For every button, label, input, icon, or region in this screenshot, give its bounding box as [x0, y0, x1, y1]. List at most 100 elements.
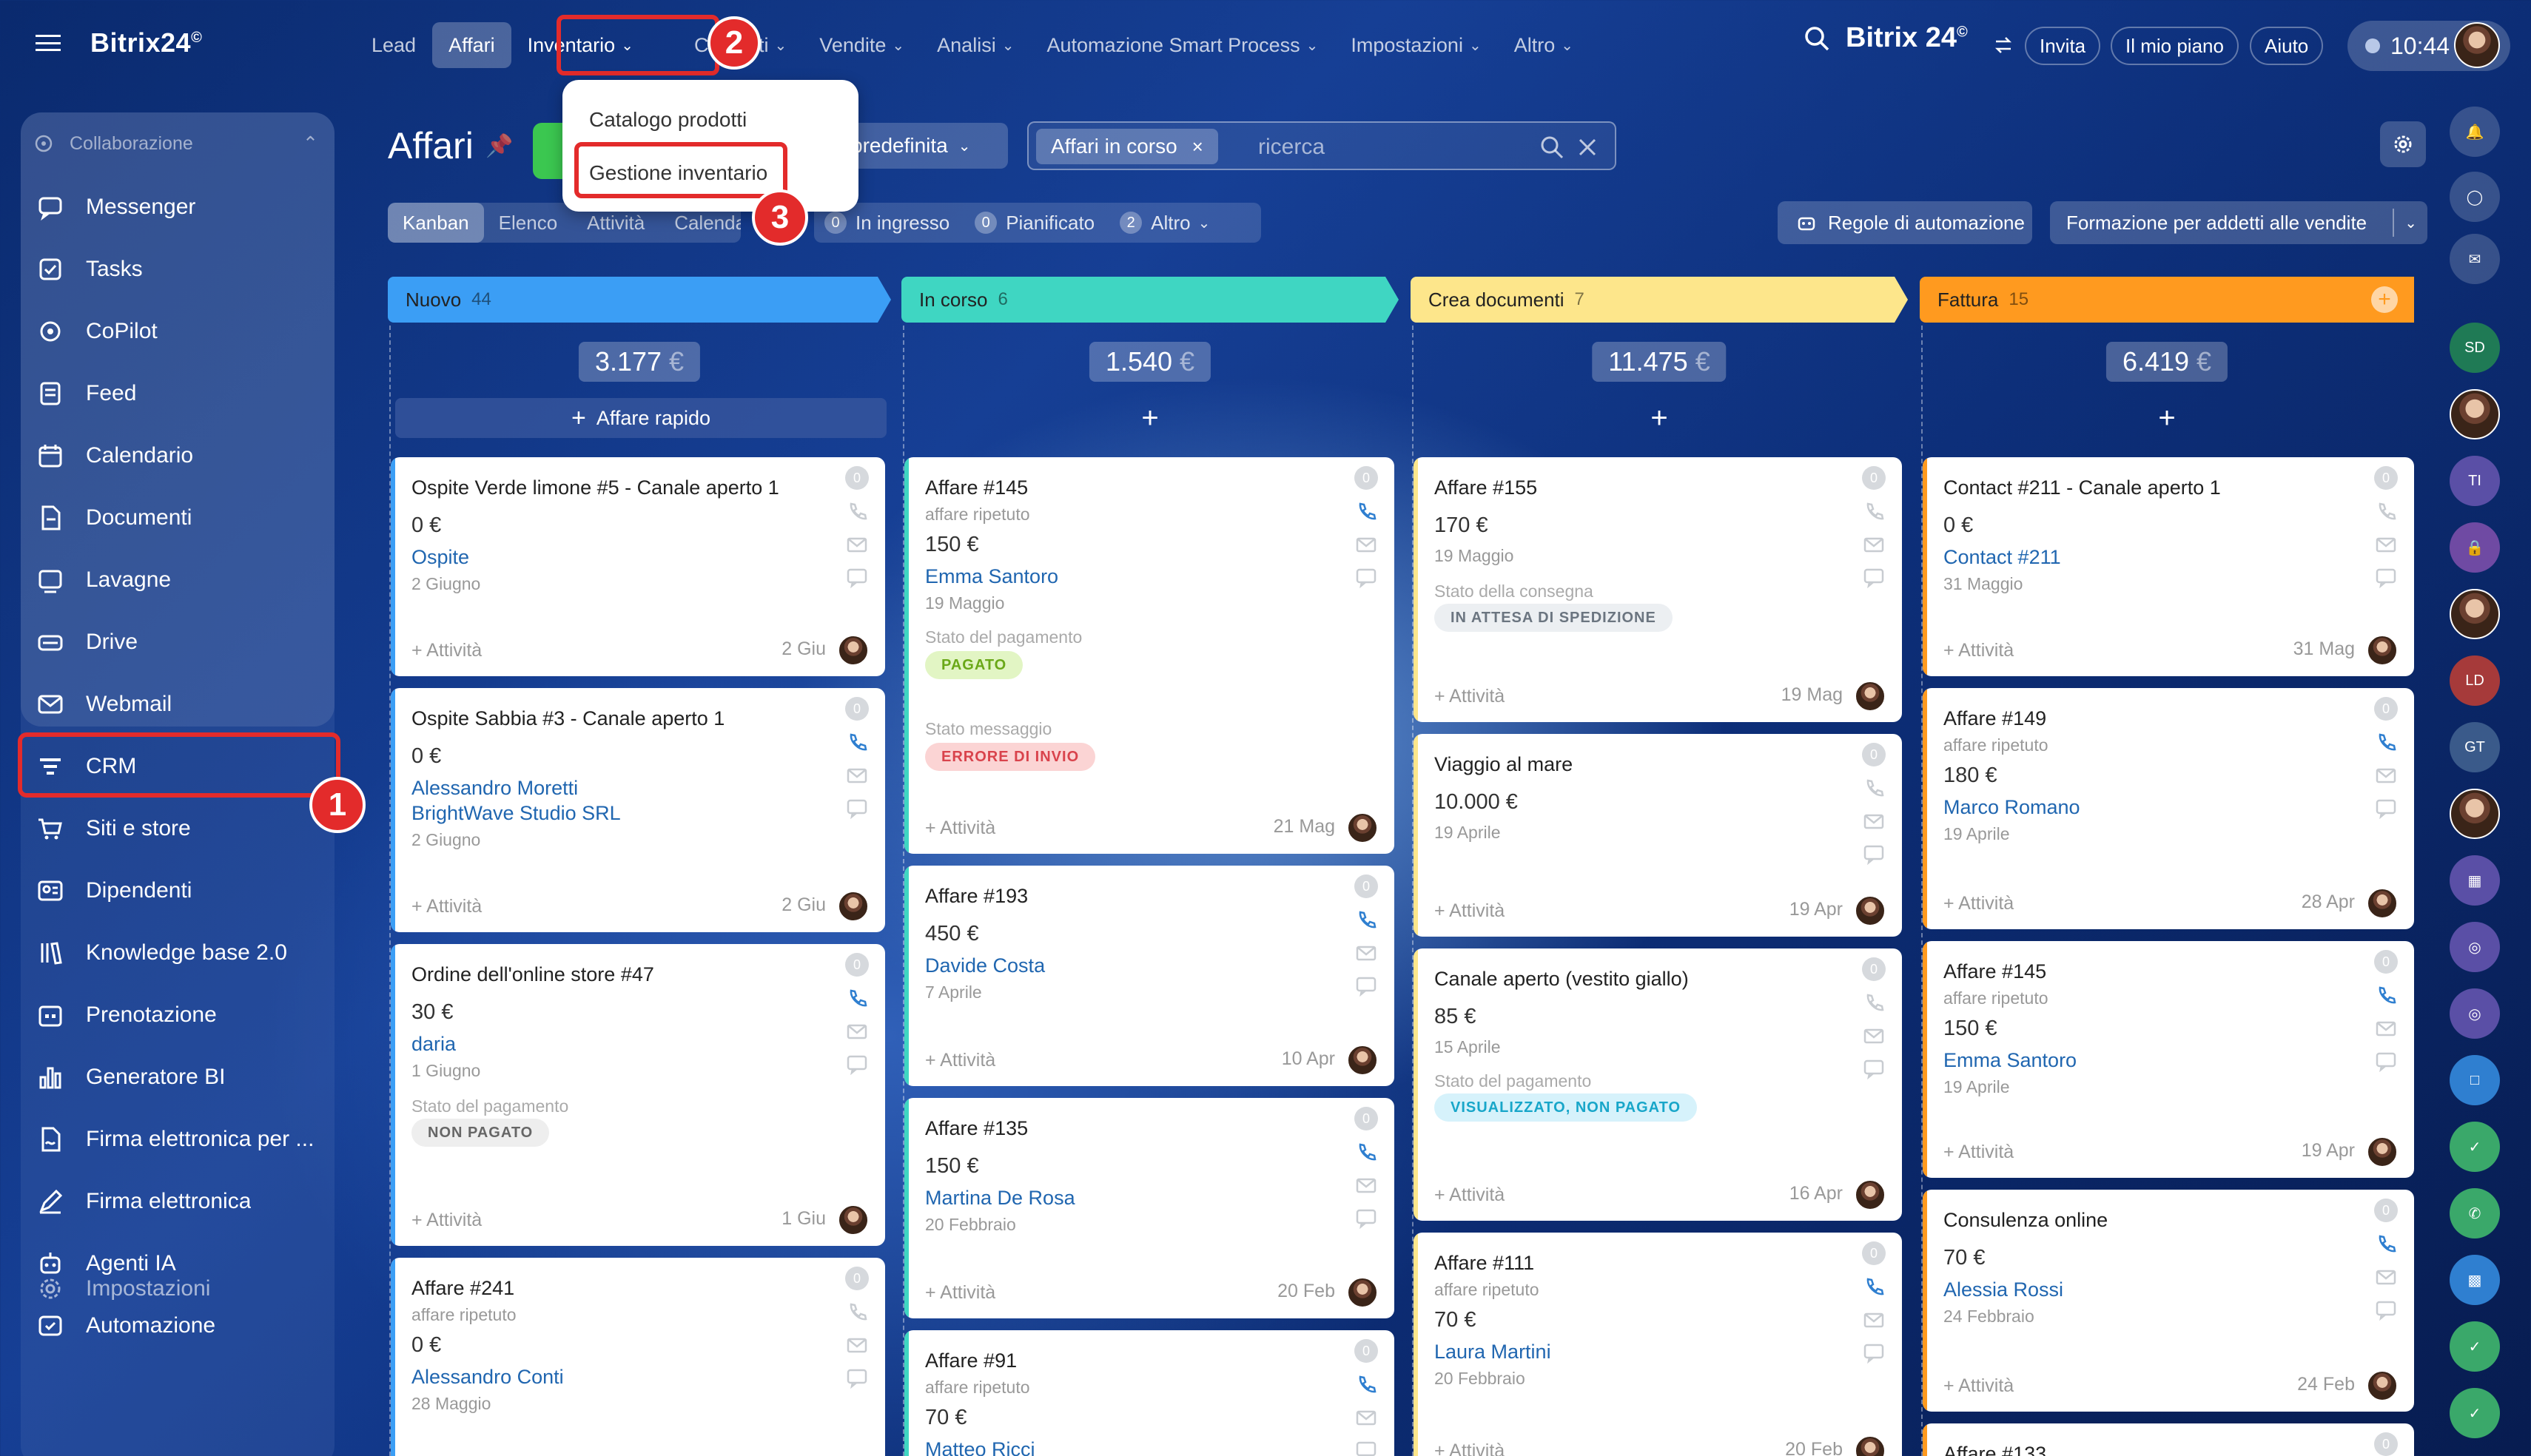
add-activity-link[interactable]: + Attività: [1434, 900, 1505, 922]
counter-altro[interactable]: 2 Altro ⌄: [1120, 212, 1210, 235]
menu-item-catalogo-prodotti[interactable]: Catalogo prodotti: [589, 108, 747, 132]
chat-icon[interactable]: [2374, 796, 2398, 820]
phone-icon[interactable]: [1354, 1141, 1378, 1165]
card-title[interactable]: Contact #211 - Canale aperto 1: [1943, 476, 2221, 499]
contact-avatar-ld[interactable]: LD: [2450, 655, 2500, 706]
card-title[interactable]: Affare #91: [925, 1349, 1017, 1372]
chat-icon[interactable]: [845, 796, 869, 820]
deal-card[interactable]: Affare #145 affare ripetuto 150 € Emma Sant…: [904, 457, 1394, 854]
status-badge[interactable]: VISUALIZZATO, NON PAGATO: [1434, 1093, 1698, 1122]
email-icon[interactable]: [2374, 1265, 2398, 1289]
deal-card[interactable]: Affare #111 affare ripetuto 70 € Laura Mart…: [1414, 1233, 1902, 1456]
chat-icon[interactable]: [1862, 1056, 1886, 1080]
tab-altro[interactable]: Altro ⌄: [1498, 22, 1590, 68]
deal-card[interactable]: Affare #155 170 € 19 Maggio Stato della con…: [1414, 457, 1902, 722]
deal-card[interactable]: Affare #145 affare ripetuto 150 € Emma Sant…: [1923, 941, 2414, 1178]
phone-icon[interactable]: [1862, 991, 1886, 1015]
responsible-avatar[interactable]: [2367, 1370, 2398, 1401]
contact-avatar-ti[interactable]: TI: [2450, 456, 2500, 506]
view-elenco[interactable]: Elenco: [484, 203, 573, 243]
sidebar-item-tasks[interactable]: Tasks: [21, 243, 335, 296]
email-icon[interactable]: [2374, 533, 2398, 556]
sidebar-item-firma-elettronica[interactable]: Firma elettronica: [21, 1175, 335, 1228]
responsible-avatar[interactable]: [1347, 1277, 1378, 1308]
card-contact-link[interactable]: BrightWave Studio SRL: [411, 802, 621, 825]
chat-icon[interactable]: [2374, 565, 2398, 589]
tab-analisi[interactable]: Analisi ⌄: [921, 22, 1030, 68]
responsible-avatar[interactable]: [2367, 635, 2398, 666]
card-contact-link[interactable]: Ospite: [411, 546, 469, 569]
add-activity-link[interactable]: + Attività: [411, 896, 482, 917]
card-contact-link[interactable]: Davide Costa: [925, 954, 1045, 977]
invite-button[interactable]: Invita: [2025, 27, 2101, 65]
deal-card[interactable]: Contact #211 - Canale aperto 1 0 € Contact…: [1923, 457, 2414, 676]
chevron-up-icon[interactable]: ⌃: [303, 132, 318, 155]
card-title[interactable]: Ordine dell'online store #47: [411, 963, 654, 986]
card-title[interactable]: Ospite Verde limone #5 - Canale aperto 1: [411, 476, 779, 499]
email-icon[interactable]: [1354, 941, 1378, 965]
deal-card[interactable]: Ospite Verde limone #5 - Canale aperto 1…: [391, 457, 885, 676]
card-title[interactable]: Affare #135: [925, 1117, 1028, 1140]
deal-card[interactable]: Consulenza online 70 € Alessia Rossi 24 Feb…: [1923, 1190, 2414, 1412]
responsible-avatar[interactable]: [838, 1204, 869, 1236]
email-icon[interactable]: [845, 764, 869, 787]
email-icon[interactable]: [845, 1333, 869, 1357]
chat-icon[interactable]: [1354, 1438, 1378, 1456]
chat-icon[interactable]: [845, 1052, 869, 1076]
pin-icon[interactable]: 📌: [485, 133, 513, 159]
lock-icon[interactable]: 🔒: [2450, 522, 2500, 573]
copilot-chat-icon[interactable]: ◯: [2450, 172, 2500, 222]
add-stage-icon[interactable]: +: [2371, 286, 2398, 313]
deal-card[interactable]: Canale aperto (vestito giallo) 85 € 15 Apr…: [1414, 948, 1902, 1221]
responsible-avatar[interactable]: [838, 635, 869, 666]
tab-automazione-smart-process[interactable]: Automazione Smart Process ⌄: [1030, 22, 1334, 68]
kanban-settings-button[interactable]: [2380, 121, 2426, 167]
deal-card[interactable]: Affare #91 affare ripetuto 70 € Matteo Ricc…: [904, 1330, 1394, 1456]
messages-icon[interactable]: ✉: [2450, 234, 2500, 284]
clear-search-icon[interactable]: [1576, 136, 1599, 158]
add-activity-link[interactable]: + Attività: [925, 818, 995, 839]
card-contact-link[interactable]: Contact #211: [1943, 546, 2061, 569]
deal-card[interactable]: Affare #135 150 € Martina De Rosa 20 Febbra…: [904, 1098, 1394, 1318]
notification-bell-icon[interactable]: 🔔: [2450, 107, 2500, 157]
email-icon[interactable]: [845, 533, 869, 556]
chevron-down-icon[interactable]: ⌄: [2393, 209, 2417, 237]
sidebar-item-settings[interactable]: Impostazioni: [21, 1262, 335, 1315]
email-icon[interactable]: [1862, 809, 1886, 833]
tab-lead[interactable]: Lead: [355, 22, 432, 68]
sidebar-item-prenotazione[interactable]: Prenotazione: [21, 988, 335, 1042]
deal-card[interactable]: Viaggio al mare 10.000 € 19 Aprile 0 + Attiv…: [1414, 734, 1902, 937]
phone-icon[interactable]: [1354, 909, 1378, 932]
sidebar-item-documenti[interactable]: Documenti: [21, 491, 335, 545]
add-activity-link[interactable]: + Attività: [1434, 1440, 1505, 1456]
add-activity-link[interactable]: + Attività: [411, 640, 482, 661]
chat-icon[interactable]: [1862, 1341, 1886, 1364]
deal-card[interactable]: Affare #241 affare ripetuto 0 € Alessandro …: [391, 1258, 885, 1456]
card-title[interactable]: Affare #149: [1943, 707, 2046, 730]
deal-card[interactable]: Affare #193 450 € Davide Costa 7 Aprile 0 + A…: [904, 866, 1394, 1086]
add-activity-link[interactable]: + Attività: [925, 1282, 995, 1304]
sidebar-item-lavagne[interactable]: Lavagne: [21, 553, 335, 607]
deal-card[interactable]: Ordine dell'online store #47 30 € daria 1 G…: [391, 944, 885, 1246]
phone-icon[interactable]: [2374, 984, 2398, 1008]
add-activity-link[interactable]: + Attività: [1434, 686, 1505, 707]
card-contact-link[interactable]: Emma Santoro: [1943, 1049, 2077, 1072]
sidebar-item-calendario[interactable]: Calendario: [21, 429, 335, 482]
phone-icon[interactable]: [845, 1301, 869, 1324]
card-title[interactable]: Affare #193: [925, 885, 1028, 908]
status-badge[interactable]: IN ATTESA DI SPEDIZIONE: [1434, 604, 1673, 632]
view-kanban[interactable]: Kanban: [388, 203, 484, 243]
sidebar-item-dipendenti[interactable]: Dipendenti: [21, 864, 335, 917]
email-icon[interactable]: [1862, 1308, 1886, 1332]
chat-icon[interactable]: [1354, 1206, 1378, 1230]
open-channel-icon[interactable]: ◎: [2450, 922, 2500, 972]
email-icon[interactable]: [1862, 533, 1886, 556]
contact-avatar-photo[interactable]: [2450, 789, 2500, 839]
chat-icon[interactable]: [1862, 842, 1886, 866]
status-badge[interactable]: ERRORE DI INVIO: [925, 743, 1096, 771]
responsible-avatar[interactable]: [1855, 895, 1886, 926]
add-activity-link[interactable]: + Attività: [1943, 1142, 2014, 1163]
tab-affari[interactable]: Affari: [432, 22, 511, 68]
bitrix24-brand[interactable]: Bitrix 24©: [1846, 22, 1968, 54]
sidebar-item-firma-elettronica-per[interactable]: Firma elettronica per ...: [21, 1113, 335, 1166]
